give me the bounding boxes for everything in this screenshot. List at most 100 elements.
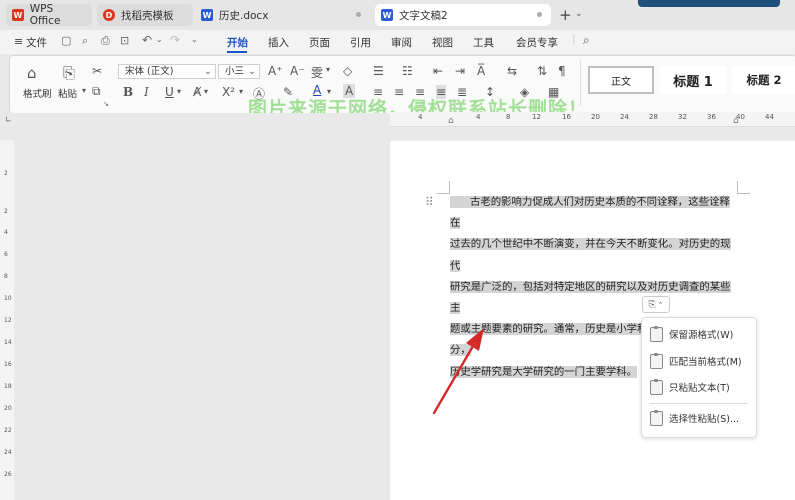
bold-button[interactable]: B bbox=[123, 85, 133, 99]
text-direction-icon[interactable]: ⇆ bbox=[507, 64, 517, 78]
menu-insert[interactable]: 插入 bbox=[268, 35, 289, 50]
new-tab-plus-icon[interactable]: + bbox=[559, 6, 572, 24]
ruler-number: 8 bbox=[506, 113, 511, 121]
undo-dropdown-icon[interactable]: ⌄ bbox=[156, 35, 163, 44]
chevron-up-icon: ⌃ bbox=[657, 300, 664, 309]
menu-view[interactable]: 视图 bbox=[432, 35, 453, 50]
menu-item-label: 只粘贴文本(T) bbox=[669, 383, 730, 394]
strikethrough-icon[interactable]: Ⱥ bbox=[193, 85, 201, 99]
clear-format-icon[interactable]: ◇ bbox=[343, 64, 352, 78]
ruler-number: 4 bbox=[476, 113, 481, 121]
chevron-down-icon[interactable]: ▾ bbox=[239, 87, 243, 96]
menu-review[interactable]: 审阅 bbox=[391, 35, 412, 50]
redo-icon[interactable]: ↷ bbox=[170, 33, 180, 47]
paste-keep-source-format[interactable]: 保留源格式(W) bbox=[650, 325, 733, 343]
tab-stop-icon[interactable]: ∟ bbox=[5, 115, 12, 124]
menu-page[interactable]: 页面 bbox=[309, 35, 330, 50]
increase-font-icon[interactable]: A⁺ bbox=[268, 64, 283, 78]
paste-label[interactable]: 粘贴 bbox=[58, 86, 77, 100]
menu-home[interactable]: 开始 bbox=[227, 35, 248, 50]
print-preview-icon[interactable]: ⊡ bbox=[120, 34, 129, 47]
right-indent-marker-icon[interactable]: ⌂ bbox=[733, 116, 739, 126]
ruler-number: 20 bbox=[4, 405, 12, 412]
print-icon[interactable]: ⎙ bbox=[101, 34, 110, 48]
chevron-down-icon[interactable]: ⌄ bbox=[575, 9, 583, 19]
ruler-number: 16 bbox=[562, 113, 571, 121]
paste-options-button[interactable]: ⎘ ⌃ bbox=[642, 296, 670, 313]
ruler-number: 4 bbox=[418, 113, 423, 121]
paste-match-format[interactable]: 匹配当前格式(M) bbox=[650, 352, 742, 370]
font-size-select[interactable]: 小三 ⌄ bbox=[218, 64, 260, 79]
sort-icon[interactable]: ⇅ bbox=[537, 64, 547, 78]
superscript-icon[interactable]: X² bbox=[222, 85, 235, 99]
new-doc-icon[interactable]: ▢ bbox=[61, 34, 71, 47]
decrease-indent-icon[interactable]: ⇤ bbox=[433, 64, 443, 78]
format-painter-icon[interactable]: ⌂ bbox=[27, 64, 37, 82]
menu-item-label: 匹配当前格式(M) bbox=[669, 357, 742, 368]
font-name-value: 宋体 (正文) bbox=[125, 66, 174, 77]
ruler-number: 28 bbox=[649, 113, 658, 121]
customize-toolbar-icon[interactable]: ⌄ bbox=[191, 35, 198, 44]
match-format-icon bbox=[650, 352, 663, 369]
horizontal-ruler[interactable]: 4 4 8 12 16 20 24 28 32 36 40 44 ⌂ ⌂ bbox=[390, 112, 795, 127]
numbered-list-icon[interactable]: ☷ bbox=[402, 64, 413, 78]
paste-text-only[interactable]: 只粘贴文本(T) bbox=[650, 378, 730, 396]
menu-tools[interactable]: 工具 bbox=[473, 35, 494, 50]
active-tab-indicator bbox=[227, 51, 247, 53]
drag-handle-icon[interactable]: ⠿ bbox=[425, 195, 434, 209]
ruler-number: 24 bbox=[620, 113, 629, 121]
chevron-down-icon: ⌄ bbox=[248, 66, 256, 77]
ruler-number: 2 bbox=[4, 170, 8, 177]
bullet-list-icon[interactable]: ☰ bbox=[373, 64, 384, 78]
font-name-select[interactable]: 宋体 (正文) ⌄ bbox=[118, 64, 216, 79]
underline-dropdown-icon[interactable]: ▾ bbox=[177, 87, 181, 96]
clipboard-launcher-icon[interactable]: ↘ bbox=[103, 100, 109, 108]
red-arrow-annotation bbox=[432, 328, 484, 415]
menu-file[interactable]: 文件 bbox=[26, 35, 47, 50]
increase-indent-icon[interactable]: ⇥ bbox=[455, 64, 465, 78]
tab-label: WPS Office bbox=[29, 3, 61, 27]
pinyin-guide-icon[interactable]: 雯 bbox=[311, 64, 323, 81]
underline-button[interactable]: U bbox=[165, 85, 174, 99]
undo-icon[interactable]: ↶ bbox=[142, 33, 152, 47]
account-button[interactable] bbox=[638, 0, 780, 7]
tab-docer-templates[interactable]: D 找稻壳模板 bbox=[97, 4, 193, 26]
vertical-ruler[interactable]: 2 2 4 6 8 10 12 14 16 18 20 22 24 26 bbox=[0, 140, 14, 500]
document-line: 古老的影响力促成人们对历史本质的不同诠释，这些诠释在 bbox=[450, 196, 730, 230]
menu-references[interactable]: 引用 bbox=[350, 35, 371, 50]
tab-wps-office[interactable]: W WPS Office bbox=[6, 3, 92, 27]
show-marks-icon[interactable]: ¶ bbox=[558, 64, 566, 78]
ruler-number: 44 bbox=[765, 113, 774, 121]
style-heading-2-label: 标题 2 bbox=[746, 73, 782, 87]
ruler-number: 20 bbox=[591, 113, 600, 121]
open-file-icon[interactable]: ⌕ bbox=[82, 34, 88, 48]
ruler-number: 6 bbox=[4, 251, 8, 258]
style-heading-1[interactable]: 标题 1 bbox=[660, 66, 726, 94]
menu-member[interactable]: 会员专享 bbox=[516, 35, 558, 50]
tab-document-2[interactable]: W 文字文稿2 bbox=[375, 4, 551, 26]
style-normal[interactable]: 正文 bbox=[588, 66, 654, 94]
cut-icon[interactable]: ✂ bbox=[92, 64, 102, 78]
hamburger-menu-icon[interactable]: ≡ bbox=[14, 35, 23, 48]
ruler-number: 12 bbox=[532, 113, 541, 121]
italic-button[interactable]: I bbox=[144, 85, 149, 99]
keep-format-icon bbox=[650, 325, 663, 342]
char-scale-icon[interactable]: A̅ bbox=[477, 64, 485, 78]
ruler-number: 16 bbox=[4, 361, 12, 368]
chevron-down-icon[interactable]: ▾ bbox=[204, 87, 208, 96]
paste-icon[interactable]: ⎘ bbox=[63, 64, 75, 82]
copy-icon[interactable]: ⧉ bbox=[92, 84, 101, 99]
paste-special[interactable]: 选择性粘贴(S)... bbox=[650, 409, 739, 427]
left-indent-marker-icon[interactable]: ⌂ bbox=[448, 116, 454, 126]
style-heading-2[interactable]: 标题 2 bbox=[732, 66, 795, 94]
format-painter-label[interactable]: 格式刷 bbox=[23, 86, 52, 100]
canvas-gutter bbox=[0, 113, 390, 140]
tab-history-docx[interactable]: W 历史.docx bbox=[195, 4, 370, 26]
decrease-font-icon[interactable]: A⁻ bbox=[290, 64, 305, 78]
paste-dropdown-icon[interactable]: ▾ bbox=[82, 86, 86, 95]
search-icon[interactable]: ⌕ bbox=[583, 33, 590, 48]
menu-item-label: 选择性粘贴(S)... bbox=[669, 414, 740, 425]
chevron-down-icon[interactable]: ▾ bbox=[326, 65, 330, 74]
text-only-icon bbox=[650, 378, 663, 395]
ruler-number: 14 bbox=[4, 339, 12, 346]
